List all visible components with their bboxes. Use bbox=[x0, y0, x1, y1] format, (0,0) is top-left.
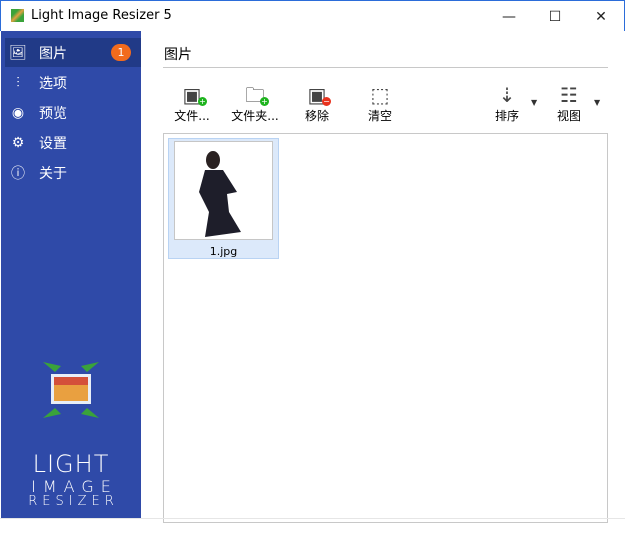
sidebar-item-label: 设置 bbox=[39, 135, 67, 152]
gear-icon: ⚙ bbox=[11, 134, 25, 151]
file-list[interactable]: 1.jpg bbox=[163, 133, 608, 523]
minimize-button[interactable]: — bbox=[486, 1, 532, 32]
sidebar-item-about[interactable]: ⓘ 关于 bbox=[5, 158, 141, 187]
add-folder-label: 文件夹... bbox=[231, 109, 279, 123]
file-name: 1.jpg bbox=[209, 245, 238, 258]
eye-icon: ◉ bbox=[11, 104, 25, 121]
add-folder-button[interactable]: 🗀 + 文件夹... bbox=[229, 83, 281, 124]
clear-label: 清空 bbox=[367, 109, 392, 123]
sidebar-item-label: 预览 bbox=[39, 105, 67, 122]
sort-label: 排序 bbox=[494, 109, 519, 123]
title-bar: Light Image Resizer 5 — ☐ ✕ bbox=[0, 0, 625, 31]
sort-button[interactable]: ⇣ 排序 bbox=[489, 83, 525, 124]
remove-label: 移除 bbox=[304, 109, 329, 123]
add-image-icon: ▣ + bbox=[182, 83, 207, 107]
sidebar: 🖼 图片 1 ⫶ 选项 ◉ 预览 ⚙ 设置 ⓘ 关于 LIGHT IMAGE R… bbox=[1, 31, 141, 518]
count-badge: 1 bbox=[111, 44, 131, 61]
sort-dropdown-icon[interactable]: ▼ bbox=[531, 98, 537, 107]
image-preview bbox=[174, 141, 273, 240]
window-title: Light Image Resizer 5 bbox=[31, 8, 172, 23]
sort-icon: ⇣ bbox=[498, 83, 516, 107]
sidebar-item-label: 图片 bbox=[39, 45, 67, 62]
logo-text-resizer: RESIZER bbox=[28, 494, 119, 509]
clear-icon: ⬚ bbox=[370, 83, 390, 107]
info-icon: ⓘ bbox=[11, 165, 25, 182]
sidebar-item-pictures[interactable]: 🖼 图片 1 bbox=[5, 38, 141, 67]
sidebar-item-label: 选项 bbox=[39, 75, 67, 92]
page-title: 图片 bbox=[164, 47, 192, 63]
add-files-label: 文件... bbox=[174, 109, 210, 123]
sliders-icon: ⫶ bbox=[16, 74, 20, 91]
sidebar-item-label: 关于 bbox=[39, 165, 67, 182]
window-bottom-edge bbox=[0, 518, 625, 519]
app-icon bbox=[11, 9, 24, 22]
add-files-button[interactable]: ▣ + 文件... bbox=[171, 83, 213, 124]
add-folder-icon: 🗀 + bbox=[245, 83, 269, 107]
main-panel: 图片 ▣ + 文件... 🗀 + 文件夹... ▣ − 移除 ⬚ 清空 ⇣ 排序 ▼ … bbox=[141, 31, 625, 523]
remove-image-icon: ▣ − bbox=[307, 83, 331, 107]
divider bbox=[163, 67, 608, 68]
file-thumbnail[interactable]: 1.jpg bbox=[168, 138, 279, 259]
close-button[interactable]: ✕ bbox=[578, 1, 624, 32]
view-list-icon: ☷ bbox=[560, 83, 578, 107]
logo-text-light: LIGHT bbox=[32, 450, 110, 478]
maximize-button[interactable]: ☐ bbox=[532, 1, 578, 32]
sidebar-item-preview[interactable]: ◉ 预览 bbox=[5, 98, 141, 127]
view-dropdown-icon[interactable]: ▼ bbox=[594, 98, 600, 107]
remove-button[interactable]: ▣ − 移除 bbox=[299, 83, 335, 124]
app-logo-icon bbox=[43, 362, 99, 418]
view-label: 视图 bbox=[556, 109, 581, 123]
sidebar-item-settings[interactable]: ⚙ 设置 bbox=[5, 128, 141, 157]
clear-button[interactable]: ⬚ 清空 bbox=[362, 83, 398, 124]
sidebar-item-options[interactable]: ⫶ 选项 bbox=[5, 68, 141, 97]
view-button[interactable]: ☷ 视图 bbox=[551, 83, 587, 124]
pictures-icon: 🖼 bbox=[9, 44, 27, 61]
